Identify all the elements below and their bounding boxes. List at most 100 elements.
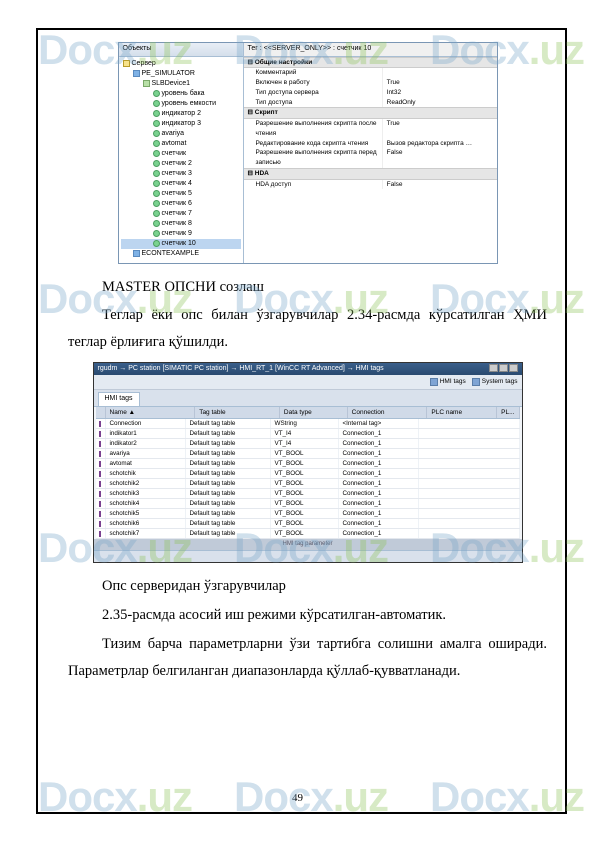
table-row[interactable]: avtomatDefault tag tableVT_BOOLConnectio… <box>96 459 520 469</box>
tag-icon <box>153 210 160 217</box>
table-row[interactable]: schotchikDefault tag tableVT_BOOLConnect… <box>96 469 520 479</box>
cell-plcname <box>419 489 520 498</box>
tag-icon <box>153 140 160 147</box>
cell-connection: Connection_1 <box>339 489 419 498</box>
table-row[interactable]: indikator1Default tag tableVT_I4Connecti… <box>96 429 520 439</box>
tag-icon <box>99 421 101 427</box>
tree-node[interactable]: индикатор 2 <box>121 109 241 119</box>
tree-node[interactable]: счетчик 4 <box>121 179 241 189</box>
property-row[interactable]: Тип доступа сервераInt32 <box>244 88 497 98</box>
tree-node[interactable]: счетчик 2 <box>121 159 241 169</box>
property-value[interactable]: True <box>383 78 497 88</box>
table-row[interactable]: ConnectionDefault tag tableWString<Inter… <box>96 419 520 429</box>
property-row[interactable]: Разрешение выполнения скрипта после чтен… <box>244 119 497 139</box>
cell-datatype: VT_BOOL <box>271 519 339 528</box>
property-row[interactable]: Редактирование кода скрипта чтенияВызов … <box>244 139 497 149</box>
row-icon-cell <box>96 499 106 508</box>
cell-tagtable: Default tag table <box>186 439 271 448</box>
grid-header-last[interactable]: PL... <box>497 407 519 419</box>
cell-datatype: VT_I4 <box>271 439 339 448</box>
property-key: Разрешение выполнения скрипта перед запи… <box>244 148 383 168</box>
paragraph-mode: 2.35-расмда асосий иш режими кўрсатилган… <box>68 602 547 629</box>
cell-connection: <Internal tag> <box>339 419 419 428</box>
tree-node[interactable]: счетчик <box>121 149 241 159</box>
cell-name: schotchik <box>106 469 186 478</box>
cell-tagtable: Default tag table <box>186 529 271 538</box>
property-section-header[interactable]: ⊟ Общие настройки <box>244 57 497 69</box>
tag-icon <box>99 511 101 517</box>
tree-node[interactable]: счетчик 9 <box>121 229 241 239</box>
table-row[interactable]: schotchik7Default tag tableVT_BOOLConnec… <box>96 529 520 539</box>
cell-connection: Connection_1 <box>339 449 419 458</box>
cell-tagtable: Default tag table <box>186 469 271 478</box>
page-content: Объекты СерверPE_SIMULATORSLBDevice1уров… <box>68 42 547 800</box>
property-section-header[interactable]: ⊟ HDA <box>244 168 497 180</box>
tree-node[interactable]: индикатор 3 <box>121 119 241 129</box>
tree-node[interactable]: счетчик 3 <box>121 169 241 179</box>
grid-header-datatype[interactable]: Data type <box>280 407 348 419</box>
cell-name: schotchik7 <box>106 529 186 538</box>
cell-tagtable: Default tag table <box>186 419 271 428</box>
table-row[interactable]: schotchik3Default tag tableVT_BOOLConnec… <box>96 489 520 499</box>
property-key: Разрешение выполнения скрипта после чтен… <box>244 119 383 139</box>
property-value[interactable]: Int32 <box>383 88 497 98</box>
tree-node[interactable]: PE_SIMULATOR <box>121 69 241 79</box>
tag-icon <box>99 451 101 457</box>
tree-node[interactable]: уровень бака <box>121 89 241 99</box>
tag-icon <box>153 190 160 197</box>
property-value[interactable]: Вызов редактора скрипта … <box>383 139 497 149</box>
tag-icon <box>153 220 160 227</box>
property-row[interactable]: HDA доступFalse <box>244 180 497 190</box>
tree-node[interactable]: уровень емкости <box>121 99 241 109</box>
tree-node[interactable]: avariya <box>121 129 241 139</box>
grid-header-plcname[interactable]: PLC name <box>427 407 497 419</box>
cell-tagtable: Default tag table <box>186 519 271 528</box>
maximize-button[interactable] <box>499 364 508 372</box>
minimize-button[interactable] <box>489 364 498 372</box>
property-value[interactable]: True <box>383 119 497 139</box>
row-icon-cell <box>96 519 106 528</box>
grid-header-name[interactable]: Name ▲ <box>106 407 196 419</box>
property-row[interactable]: Включен в работуTrue <box>244 78 497 88</box>
property-value[interactable]: ReadOnly <box>383 98 497 108</box>
cell-connection: Connection_1 <box>339 529 419 538</box>
grid-properties-panel <box>94 550 522 562</box>
grid-header-tagtable[interactable]: Tag table <box>195 407 280 419</box>
tree-node[interactable]: счетчик 5 <box>121 189 241 199</box>
property-section-header[interactable]: ⊟ Скрипт <box>244 107 497 119</box>
tree-node[interactable]: счетчик 6 <box>121 199 241 209</box>
tree-node[interactable]: ECONTEXAMPLE <box>121 249 241 259</box>
table-row[interactable]: schotchik4Default tag tableVT_BOOLConnec… <box>96 499 520 509</box>
cell-connection: Connection_1 <box>339 459 419 468</box>
table-row[interactable]: schotchik6Default tag tableVT_BOOLConnec… <box>96 519 520 529</box>
tree-node-label: индикатор 2 <box>162 109 201 119</box>
cell-name: indikator1 <box>106 429 186 438</box>
cell-connection: Connection_1 <box>339 509 419 518</box>
property-row[interactable]: Разрешение выполнения скрипта перед запи… <box>244 148 497 168</box>
cell-name: avtomat <box>106 459 186 468</box>
tab-hmi-tags[interactable]: HMI tags <box>98 392 140 406</box>
tree-node[interactable]: счетчик 8 <box>121 219 241 229</box>
cell-tagtable: Default tag table <box>186 499 271 508</box>
grid-header-connection[interactable]: Connection <box>348 407 428 419</box>
property-value[interactable] <box>383 68 497 78</box>
property-row[interactable]: Тип доступаReadOnly <box>244 98 497 108</box>
tree-node[interactable]: счетчик 7 <box>121 209 241 219</box>
tree-node[interactable]: счетчик 10 <box>121 239 241 249</box>
close-button[interactable] <box>509 364 518 372</box>
tree-node[interactable]: Сервер <box>121 59 241 69</box>
table-row[interactable]: schotchik5Default tag tableVT_BOOLConnec… <box>96 509 520 519</box>
property-value[interactable]: False <box>383 148 497 168</box>
property-row[interactable]: Комментарий <box>244 68 497 78</box>
property-value[interactable]: False <box>383 180 497 190</box>
system-tags-view-button[interactable]: System tags <box>472 377 518 387</box>
table-row[interactable]: schotchik2Default tag tableVT_BOOLConnec… <box>96 479 520 489</box>
hmi-tags-view-button[interactable]: HMI tags <box>430 377 466 387</box>
tree-node[interactable]: SLBDevice1 <box>121 79 241 89</box>
table-row[interactable]: avariyaDefault tag tableVT_BOOLConnectio… <box>96 449 520 459</box>
tree-node-label: счетчик <box>162 149 187 159</box>
table-row[interactable]: indikator2Default tag tableVT_I4Connecti… <box>96 439 520 449</box>
cell-name: schotchik3 <box>106 489 186 498</box>
tree-node[interactable]: avtomat <box>121 139 241 149</box>
cell-name: indikator2 <box>106 439 186 448</box>
